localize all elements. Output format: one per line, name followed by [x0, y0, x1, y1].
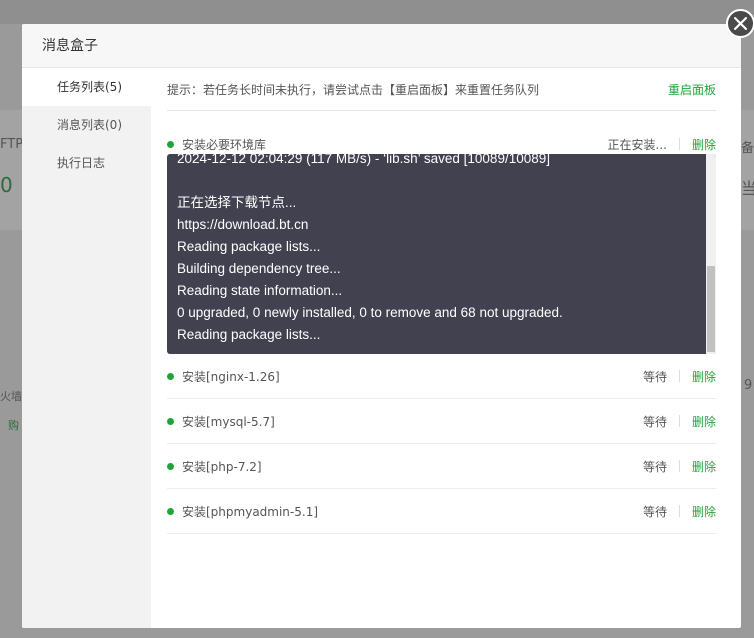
task-name: 安装[phpmyadmin-5.1]	[182, 504, 319, 519]
divider	[678, 415, 680, 427]
divider	[678, 460, 680, 472]
tip-text: 提示：若任务长时间未执行，请尝试点击【重启面板】来重置任务队列	[167, 82, 540, 97]
status-dot-icon	[167, 462, 174, 470]
bg-card-right	[741, 110, 754, 230]
bg-buy-label: 购	[8, 419, 19, 432]
delete-task-button[interactable]: 删除	[692, 368, 716, 385]
close-button[interactable]	[726, 9, 754, 38]
install-log-console[interactable]: 2024-12-12 02:04:29 (117 MB/s) - ‘lib.sh…	[167, 154, 716, 354]
status-dot-icon	[167, 372, 174, 380]
task-status: 等待	[642, 414, 667, 429]
divider	[678, 370, 680, 382]
restart-panel-link[interactable]: 重启面板	[668, 81, 716, 98]
modal-sidebar: 任务列表(5) 消息列表(0) 执行日志	[22, 68, 151, 628]
log-output: 2024-12-12 02:04:29 (117 MB/s) - ‘lib.sh…	[177, 154, 700, 346]
bg-ftp-label: FTP	[0, 137, 24, 152]
task-row: 安装[nginx-1.26] 等待 删除	[167, 354, 716, 399]
divider	[678, 505, 680, 517]
log-line: 0 upgraded, 0 newly installed, 0 to remo…	[177, 305, 563, 320]
task-name: 安装[mysql-5.7]	[182, 414, 275, 429]
log-line: https://download.bt.cn	[177, 217, 309, 232]
delete-task-button[interactable]: 删除	[692, 458, 716, 475]
divider	[678, 138, 680, 150]
log-line: 2024-12-12 02:04:29 (117 MB/s) - ‘lib.sh…	[177, 154, 550, 166]
log-scrollbar-thumb[interactable]	[707, 266, 715, 352]
message-box-modal: 消息盒子 任务列表(5) 消息列表(0) 执行日志 提示：若任务长时间未执行，请…	[22, 24, 741, 628]
log-scrollbar[interactable]	[706, 154, 716, 354]
status-dot-icon	[167, 507, 174, 515]
bg-card-left	[0, 110, 22, 230]
status-dot-icon	[167, 417, 174, 425]
task-status: 等待	[642, 459, 667, 474]
bg-ftp-count: 0	[0, 173, 13, 197]
bg-header	[0, 0, 754, 24]
sidebar-item-task-list[interactable]: 任务列表(5)	[22, 68, 151, 106]
tip-bar: 提示：若任务长时间未执行，请尝试点击【重启面板】来重置任务队列 重启面板	[167, 68, 716, 111]
bg-right-char-2: 当	[741, 179, 754, 198]
bg-firewall-label: 火墙	[0, 390, 22, 403]
delete-task-button[interactable]: 删除	[692, 413, 716, 430]
log-line: Reading package lists...	[177, 327, 321, 342]
task-content: 提示：若任务长时间未执行，请尝试点击【重启面板】来重置任务队列 重启面板 安装必…	[167, 68, 716, 628]
delete-task-button[interactable]: 删除	[692, 503, 716, 520]
task-status: 正在安装...	[607, 137, 667, 152]
task-row: 安装[phpmyadmin-5.1] 等待 删除	[167, 489, 716, 534]
close-icon	[734, 17, 747, 30]
task-name: 安装必要环境库	[182, 137, 267, 152]
delete-task-button[interactable]: 删除	[692, 136, 716, 153]
sidebar-item-execution-log[interactable]: 执行日志	[22, 144, 151, 182]
task-status: 等待	[642, 504, 667, 519]
bg-right-char-3: 9	[744, 378, 753, 393]
task-name: 安装[php-7.2]	[182, 459, 262, 474]
bg-right-char-1: 备	[741, 141, 754, 156]
log-line: Reading state information...	[177, 283, 343, 298]
modal-title: 消息盒子	[22, 24, 741, 68]
task-name: 安装[nginx-1.26]	[182, 369, 280, 384]
log-line: 正在选择下载节点...	[177, 195, 297, 210]
status-dot-icon	[167, 140, 174, 148]
task-row: 安装[mysql-5.7] 等待 删除	[167, 399, 716, 444]
task-row: 安装[php-7.2] 等待 删除	[167, 444, 716, 489]
log-line: Reading package lists...	[177, 239, 321, 254]
sidebar-item-message-list[interactable]: 消息列表(0)	[22, 106, 151, 144]
log-line: Building dependency tree...	[177, 261, 341, 276]
task-status: 等待	[642, 369, 667, 384]
